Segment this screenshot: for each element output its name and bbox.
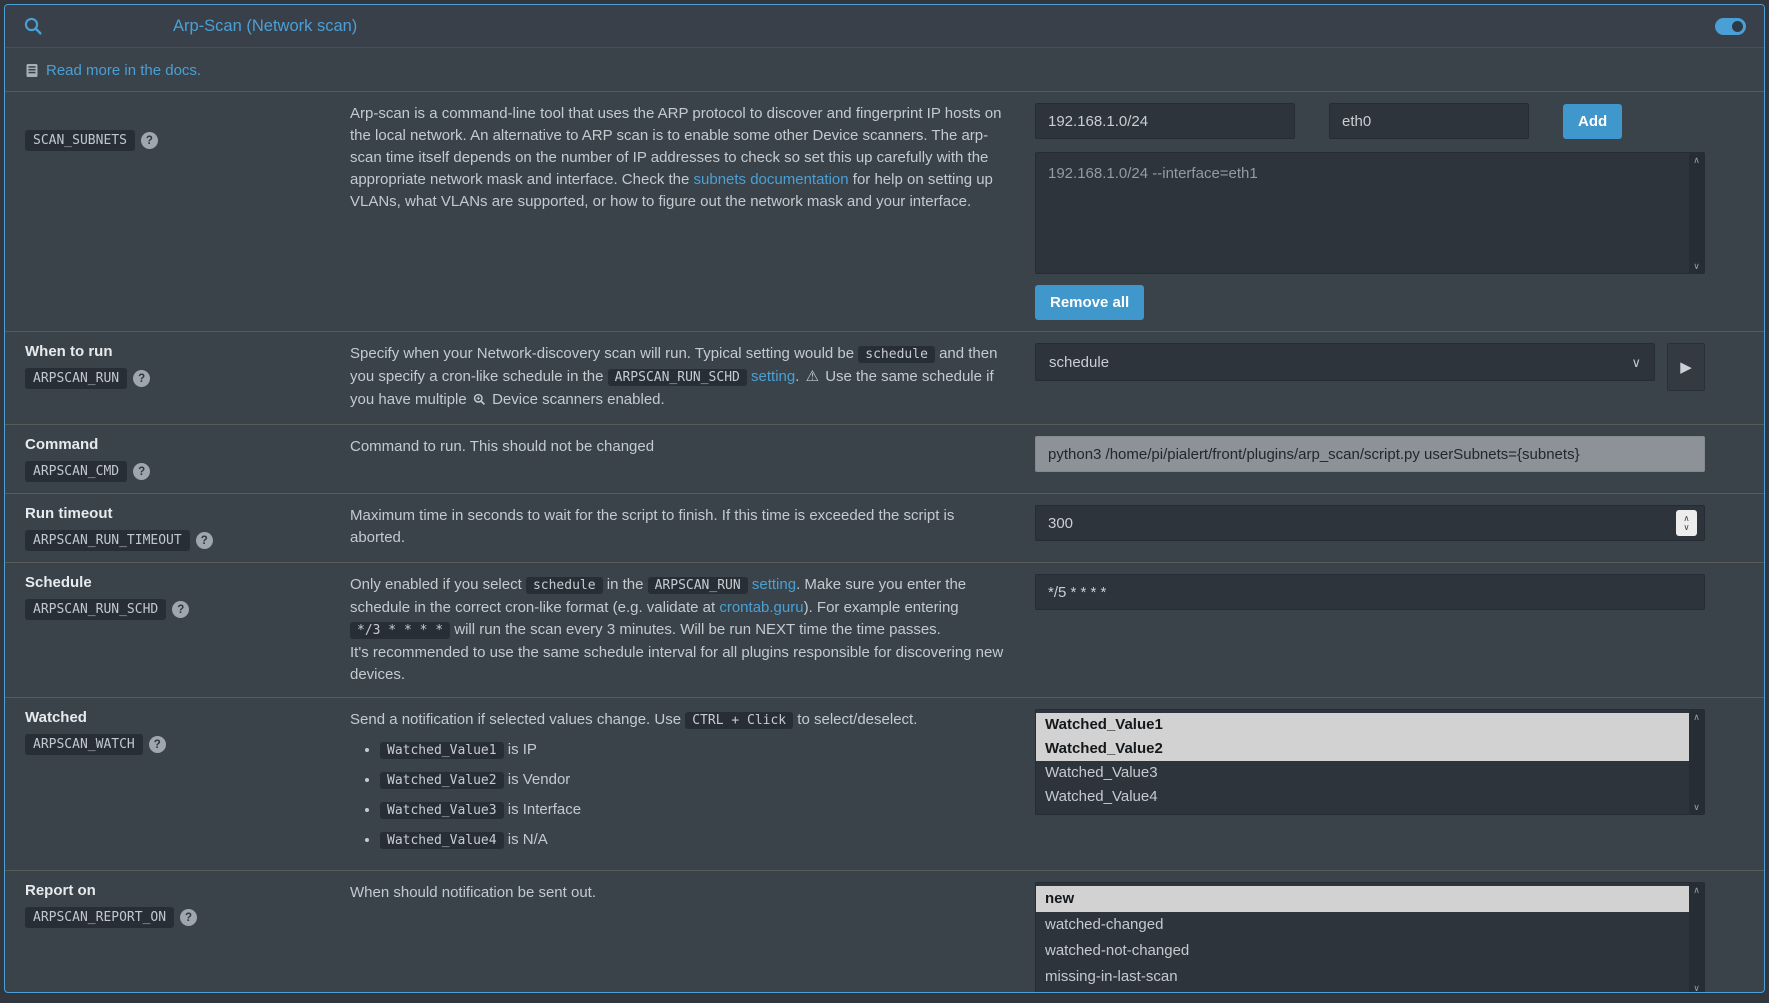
toggle-knob xyxy=(1732,21,1743,32)
help-icon[interactable] xyxy=(172,601,189,618)
option-new[interactable]: new xyxy=(1036,886,1689,912)
inline-code: */3 * * * * xyxy=(350,622,450,639)
scroll-up-icon[interactable] xyxy=(1693,155,1700,165)
legend-item: Watched_Value3 is Interface xyxy=(380,799,1013,822)
legend-item: Watched_Value2 is Vendor xyxy=(380,769,1013,792)
setting-description: Send a notification if selected values c… xyxy=(350,707,1035,859)
setting-heading: Run timeout xyxy=(25,505,350,522)
setting-description: Arp-scan is a command-line tool that use… xyxy=(350,101,1035,320)
section-toggle[interactable] xyxy=(1715,18,1746,35)
setting-key: ARPSCAN_RUN xyxy=(25,368,127,389)
plugin-settings-panel: Arp-Scan (Network scan) Read more in the… xyxy=(4,4,1765,993)
inline-link[interactable]: setting xyxy=(752,576,796,593)
setting-key: ARPSCAN_REPORT_ON xyxy=(25,907,174,928)
setting-row-schedule: Schedule ARPSCAN_RUN_SCHD Only enabled i… xyxy=(5,562,1764,697)
setting-heading: Report on xyxy=(25,882,350,899)
scroll-up-icon[interactable] xyxy=(1693,885,1700,895)
scroll-up-icon[interactable] xyxy=(1693,712,1700,722)
subnet-list-item[interactable]: 192.168.1.0/24 --interface=eth1 xyxy=(1036,156,1689,191)
help-icon[interactable] xyxy=(133,463,150,480)
inline-link[interactable]: crontab.guru xyxy=(719,599,803,616)
select-value: schedule xyxy=(1049,354,1109,371)
interface-input[interactable] xyxy=(1329,103,1529,139)
docs-link-row: Read more in the docs. xyxy=(5,48,1764,91)
settings-table: SCAN_SUBNETS Arp-scan is a command-line … xyxy=(5,91,1764,993)
help-icon[interactable] xyxy=(133,370,150,387)
help-icon[interactable] xyxy=(149,736,166,753)
play-icon xyxy=(1680,358,1692,376)
page-title: Arp-Scan (Network scan) xyxy=(173,17,357,36)
setting-description: When should notification be sent out. xyxy=(350,880,1035,993)
report-on-listbox[interactable]: newwatched-changedwatched-not-changedmis… xyxy=(1035,882,1705,993)
watched-listbox[interactable]: Watched_Value1Watched_Value2Watched_Valu… xyxy=(1035,709,1705,815)
scrollbar[interactable] xyxy=(1689,153,1704,273)
option-watched-not-changed[interactable]: watched-not-changed xyxy=(1036,938,1689,964)
option-Watched_Value1[interactable]: Watched_Value1 xyxy=(1036,713,1689,737)
watched-legend: Watched_Value1 is IP Watched_Value2 is V… xyxy=(350,739,1013,852)
subnet-input[interactable] xyxy=(1035,103,1295,139)
scroll-down-icon[interactable] xyxy=(1693,802,1700,812)
inline-code: ARPSCAN_RUN_SCHD xyxy=(608,369,747,386)
scroll-down-icon[interactable] xyxy=(1693,983,1700,993)
scroll-down-icon[interactable] xyxy=(1693,261,1700,271)
setting-row-watched: Watched ARPSCAN_WATCH Send a notificatio… xyxy=(5,697,1764,870)
setting-row-command: Command ARPSCAN_CMD Command to run. This… xyxy=(5,424,1764,493)
warning-icon: ⚠ xyxy=(806,368,819,385)
setting-heading: Schedule xyxy=(25,574,350,591)
run-select[interactable]: schedule xyxy=(1035,343,1655,381)
option-Watched_Value2[interactable]: Watched_Value2 xyxy=(1036,737,1689,761)
setting-row-scan-subnets: SCAN_SUBNETS Arp-scan is a command-line … xyxy=(5,91,1764,331)
timeout-input[interactable] xyxy=(1035,505,1705,541)
inline-link[interactable]: setting xyxy=(751,368,795,385)
setting-heading: Command xyxy=(25,436,350,453)
panel-header: Arp-Scan (Network scan) xyxy=(5,5,1764,48)
setting-description: Maximum time in seconds to wait for the … xyxy=(350,503,1035,551)
remove-all-button[interactable]: Remove all xyxy=(1035,285,1144,320)
setting-key: ARPSCAN_WATCH xyxy=(25,734,143,755)
run-now-button[interactable] xyxy=(1667,343,1705,391)
setting-key: ARPSCAN_RUN_TIMEOUT xyxy=(25,530,190,551)
scrollbar[interactable] xyxy=(1689,883,1704,993)
subnets-listbox[interactable]: 192.168.1.0/24 --interface=eth1 xyxy=(1035,152,1705,274)
setting-key: ARPSCAN_CMD xyxy=(25,461,127,482)
inline-code: CTRL + Click xyxy=(685,712,793,729)
magnifier-icon xyxy=(473,391,486,413)
setting-key: ARPSCAN_RUN_SCHD xyxy=(25,599,166,620)
setting-description: Only enabled if you select schedule in t… xyxy=(350,572,1035,686)
setting-row-when-to-run: When to run ARPSCAN_RUN Specify when you… xyxy=(5,331,1764,424)
search-icon[interactable] xyxy=(23,16,43,36)
number-stepper[interactable] xyxy=(1676,510,1697,536)
add-button[interactable]: Add xyxy=(1563,104,1622,139)
help-icon[interactable] xyxy=(141,132,158,149)
inline-link[interactable]: subnets documentation xyxy=(694,171,849,188)
command-input xyxy=(1035,436,1705,472)
option-missing-in-last-scan[interactable]: missing-in-last-scan xyxy=(1036,964,1689,990)
docs-link[interactable]: Read more in the docs. xyxy=(46,62,201,79)
setting-key: SCAN_SUBNETS xyxy=(25,130,135,151)
setting-heading: When to run xyxy=(25,343,350,360)
setting-description: Command to run. This should not be chang… xyxy=(350,434,1035,482)
option-watched-changed[interactable]: watched-changed xyxy=(1036,912,1689,938)
help-icon[interactable] xyxy=(196,532,213,549)
legend-item: Watched_Value4 is N/A xyxy=(380,829,1013,852)
chevron-down-icon xyxy=(1631,354,1641,371)
schedule-input[interactable] xyxy=(1035,574,1705,610)
setting-description: Specify when your Network-discovery scan… xyxy=(350,341,1035,413)
inline-code: ARPSCAN_RUN xyxy=(648,577,748,594)
book-icon xyxy=(25,63,39,78)
setting-row-report-on: Report on ARPSCAN_REPORT_ON When should … xyxy=(5,870,1764,993)
setting-heading: Watched xyxy=(25,709,350,726)
option-Watched_Value3[interactable]: Watched_Value3 xyxy=(1036,761,1689,785)
inline-code: schedule xyxy=(858,346,935,363)
legend-item: Watched_Value1 is IP xyxy=(380,739,1013,762)
option-Watched_Value4[interactable]: Watched_Value4 xyxy=(1036,785,1689,809)
inline-code: schedule xyxy=(526,577,603,594)
help-icon[interactable] xyxy=(180,909,197,926)
scrollbar[interactable] xyxy=(1689,710,1704,814)
setting-row-run-timeout: Run timeout ARPSCAN_RUN_TIMEOUT Maximum … xyxy=(5,493,1764,562)
